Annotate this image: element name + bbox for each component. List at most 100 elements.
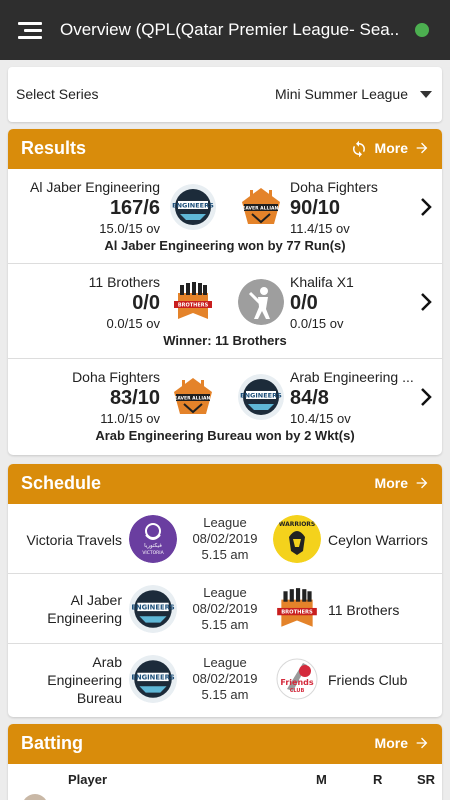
team1-overs: 0.0/15 ov	[106, 316, 161, 331]
team2-block: Khalifa X1 0/0 0.0/15 ov	[290, 274, 354, 331]
status-indicator-icon	[415, 23, 429, 37]
weaver-alliance-logo: WEAVER ALLIANCE	[238, 188, 284, 224]
svg-text:CLUB: CLUB	[290, 688, 305, 694]
result-row[interactable]: Doha Fighters 83/10 11.0/15 ov WEAVER AL…	[8, 359, 442, 454]
svg-text:ENGINEERS: ENGINEERS	[131, 674, 174, 682]
fixture-team2: 11 Brothers	[328, 602, 400, 618]
schedule-row[interactable]: Al Jaber Engineering ENGINEERS League 08…	[8, 574, 442, 644]
team2-name: Arab Engineering ...	[290, 369, 414, 385]
engineers-logo: ENGINEERS	[129, 585, 177, 633]
batting-title: Batting	[21, 733, 83, 753]
batting-header: Batting More	[8, 724, 442, 764]
fixture-time: 5.15 am	[201, 687, 249, 702]
schedule-row[interactable]: Arab Engineering Bureau ENGINEERS League…	[8, 644, 442, 714]
team2-name: Khalifa X1	[290, 274, 354, 290]
team2-block: Arab Engineering ... 84/8 10.4/15 ov	[290, 369, 414, 426]
engineers-logo: ENGINEERS	[238, 374, 284, 420]
menu-icon[interactable]	[18, 22, 42, 40]
arrow-right-icon	[416, 142, 428, 154]
page-title: Overview (QPL(Qatar Premier League- Sea.…	[60, 20, 400, 39]
team1-score: 167/6	[109, 197, 160, 219]
fixture-team2: Friends Club	[328, 672, 408, 688]
app-bar: Overview (QPL(Qatar Premier League- Sea.…	[0, 0, 450, 60]
arrow-right-icon	[416, 477, 428, 489]
column-strike-rate: SR	[417, 772, 436, 787]
batting-card: Batting More Player M R SR	[8, 724, 442, 800]
schedule-card: Schedule More Victoria Travels فيكتوريا …	[8, 464, 442, 717]
fixture-info: League 08/02/2019 5.15 am	[175, 585, 275, 633]
ceylon-warriors-logo: WARRIORS	[273, 515, 321, 563]
brothers-logo: BROTHERS	[277, 588, 317, 627]
svg-text:WARRIORS: WARRIORS	[279, 521, 316, 528]
match-summary: Arab Engineering Bureau won by 2 Wkt(s)	[95, 428, 355, 443]
batting-more-button[interactable]: More	[375, 735, 430, 751]
svg-text:Friends: Friends	[280, 678, 313, 687]
svg-text:ENGINEERS: ENGINEERS	[240, 392, 282, 400]
team2-overs: 11.4/15 ov	[290, 221, 350, 236]
team1-name: Al Jaber Engineering	[30, 179, 160, 195]
svg-text:WEAVER ALLIANCE: WEAVER ALLIANCE	[170, 396, 216, 402]
fixture-time: 5.15 am	[201, 617, 249, 632]
schedule-title: Schedule	[21, 473, 102, 493]
match-summary: Al Jaber Engineering won by 77 Run(s)	[104, 238, 346, 253]
series-dropdown-value[interactable]: Mini Summer League	[275, 86, 408, 102]
batting-table-header: Player M R SR	[8, 764, 442, 794]
refresh-icon[interactable]	[350, 140, 368, 158]
team2-overs: 0.0/15 ov	[290, 316, 344, 331]
column-player: Player	[68, 772, 108, 787]
fixture-info: League 08/02/2019 5.15 am	[175, 515, 275, 563]
fixture-date: 08/02/2019	[192, 601, 258, 616]
fixture-type: League	[203, 515, 247, 530]
team1-block: Doha Fighters 83/10 11.0/15 ov	[72, 369, 160, 426]
fixture-team1: Arab Engineering Bureau	[47, 654, 122, 706]
fixture-date: 08/02/2019	[192, 531, 258, 546]
result-row[interactable]: 11 Brothers 0/0 0.0/15 ov BROTHERS Khali…	[8, 264, 442, 359]
arrow-right-icon	[416, 737, 428, 749]
schedule-more-button[interactable]: More	[375, 475, 430, 491]
svg-text:WEAVER ALLIANCE: WEAVER ALLIANCE	[238, 206, 284, 212]
caret-down-icon[interactable]	[420, 91, 432, 98]
results-more-label: More	[374, 140, 408, 156]
avatar	[22, 794, 48, 800]
column-runs: R	[373, 772, 383, 787]
fixture-type: League	[203, 655, 247, 670]
series-selector[interactable]: Select Series Mini Summer League	[8, 67, 442, 122]
column-matches: M	[316, 772, 327, 787]
team2-score: 90/10	[290, 197, 341, 219]
svg-text:ENGINEERS: ENGINEERS	[172, 202, 214, 210]
weaver-alliance-logo: WEAVER ALLIANCE	[170, 378, 216, 414]
brothers-logo: BROTHERS	[174, 282, 212, 319]
svg-text:BROTHERS: BROTHERS	[178, 303, 209, 309]
engineers-logo: ENGINEERS	[170, 184, 216, 230]
chevron-right-icon[interactable]	[416, 290, 436, 314]
team1-score: 83/10	[109, 387, 160, 409]
svg-text:BROTHERS: BROTHERS	[281, 610, 313, 616]
team1-overs: 15.0/15 ov	[99, 221, 160, 236]
team1-block: Al Jaber Engineering 167/6 15.0/15 ov	[30, 179, 160, 236]
team1-overs: 11.0/15 ov	[100, 411, 160, 426]
team2-overs: 10.4/15 ov	[290, 411, 351, 426]
schedule-row[interactable]: Victoria Travels فيكتوريا VICTORIA Leagu…	[8, 504, 442, 574]
result-row[interactable]: Al Jaber Engineering 167/6 15.0/15 ov EN…	[8, 169, 442, 264]
fixture-time: 5.15 am	[201, 547, 249, 562]
team1-name: 11 Brothers	[88, 274, 160, 290]
match-summary: Winner: 11 Brothers	[163, 333, 287, 348]
results-card: Results More Al Jaber Engineering 167/6 …	[8, 129, 442, 455]
schedule-more-label: More	[374, 475, 408, 491]
team1-name: Doha Fighters	[72, 369, 160, 385]
results-title: Results	[21, 138, 87, 158]
friends-club-logo: Friends CLUB	[276, 658, 318, 700]
chevron-right-icon[interactable]	[416, 195, 436, 219]
fixture-team1: Victoria Travels	[26, 532, 122, 548]
team2-score: 84/8	[290, 387, 329, 409]
batting-more-label: More	[374, 735, 408, 751]
batsman-placeholder-logo	[238, 279, 284, 325]
victoria-travels-logo: فيكتوريا VICTORIA	[129, 515, 177, 563]
results-header: Results More	[8, 129, 442, 169]
fixture-date: 08/02/2019	[192, 671, 258, 686]
team1-block: 11 Brothers 0/0 0.0/15 ov	[89, 274, 160, 331]
chevron-right-icon[interactable]	[416, 385, 436, 409]
fixture-info: League 08/02/2019 5.15 am	[175, 655, 275, 703]
svg-text:ENGINEERS: ENGINEERS	[131, 604, 174, 612]
results-more-button[interactable]: More	[375, 140, 430, 156]
